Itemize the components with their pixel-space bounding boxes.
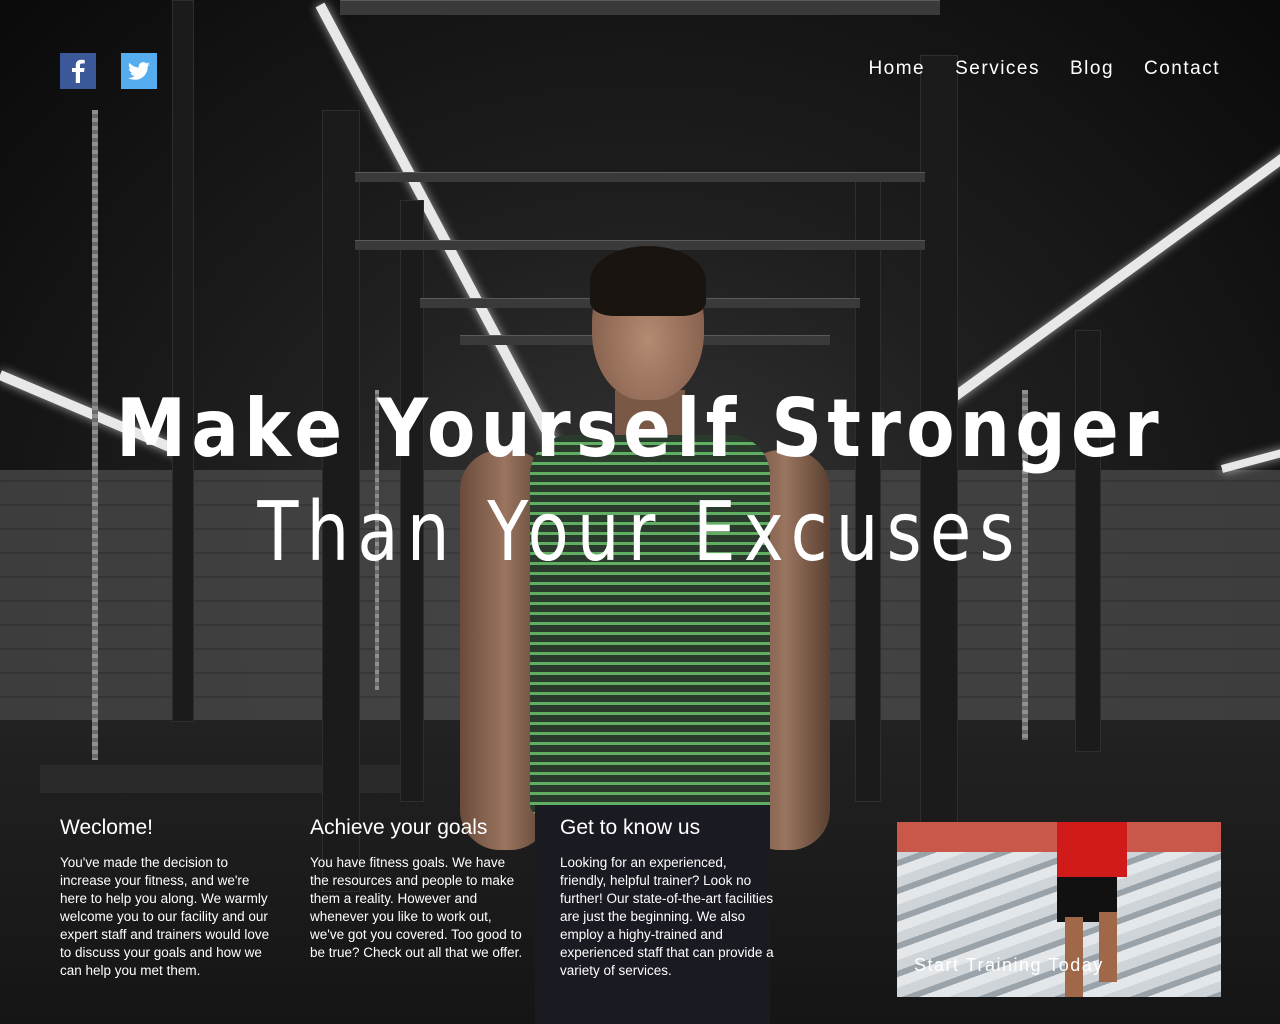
twitter-icon xyxy=(128,62,150,80)
main-nav: Home Services Blog Contact xyxy=(868,58,1220,80)
athlete-hair xyxy=(590,246,706,316)
pullup-bar xyxy=(340,0,940,15)
social-links xyxy=(60,53,157,89)
nav-home[interactable]: Home xyxy=(868,58,925,80)
start-training-promo[interactable]: Start Training Today xyxy=(897,822,1221,997)
facebook-icon xyxy=(72,59,85,83)
runner-shirt xyxy=(1057,822,1127,877)
ceiling-light xyxy=(947,143,1280,405)
welcome-section: Weclome! You've made the decision to inc… xyxy=(60,816,275,980)
goals-text: You have fitness goals. We have the reso… xyxy=(310,855,523,960)
about-title: Get to know us xyxy=(560,816,701,839)
goals-title: Achieve your goals xyxy=(310,816,488,839)
nav-contact[interactable]: Contact xyxy=(1144,58,1220,80)
goals-section: Achieve your goals You have fitness goal… xyxy=(310,816,525,962)
about-section: Get to know us Looking for an experience… xyxy=(560,816,775,980)
facebook-link[interactable] xyxy=(60,53,96,89)
pullup-bar xyxy=(355,172,925,182)
nav-blog[interactable]: Blog xyxy=(1070,58,1114,80)
welcome-title: Weclome! xyxy=(60,816,153,839)
hero-headline: Make Yourself Stronger xyxy=(116,382,1164,475)
about-text: Looking for an experienced, friendly, he… xyxy=(560,855,774,978)
hero-subheadline: Than Your Excuses xyxy=(257,485,1023,580)
nav-services[interactable]: Services xyxy=(955,58,1040,80)
welcome-text: You've made the decision to increase you… xyxy=(60,855,270,978)
promo-label: Start Training Today xyxy=(914,955,1104,975)
rig-upright xyxy=(172,0,194,722)
twitter-link[interactable] xyxy=(121,53,157,89)
ceiling-light xyxy=(1220,447,1280,473)
